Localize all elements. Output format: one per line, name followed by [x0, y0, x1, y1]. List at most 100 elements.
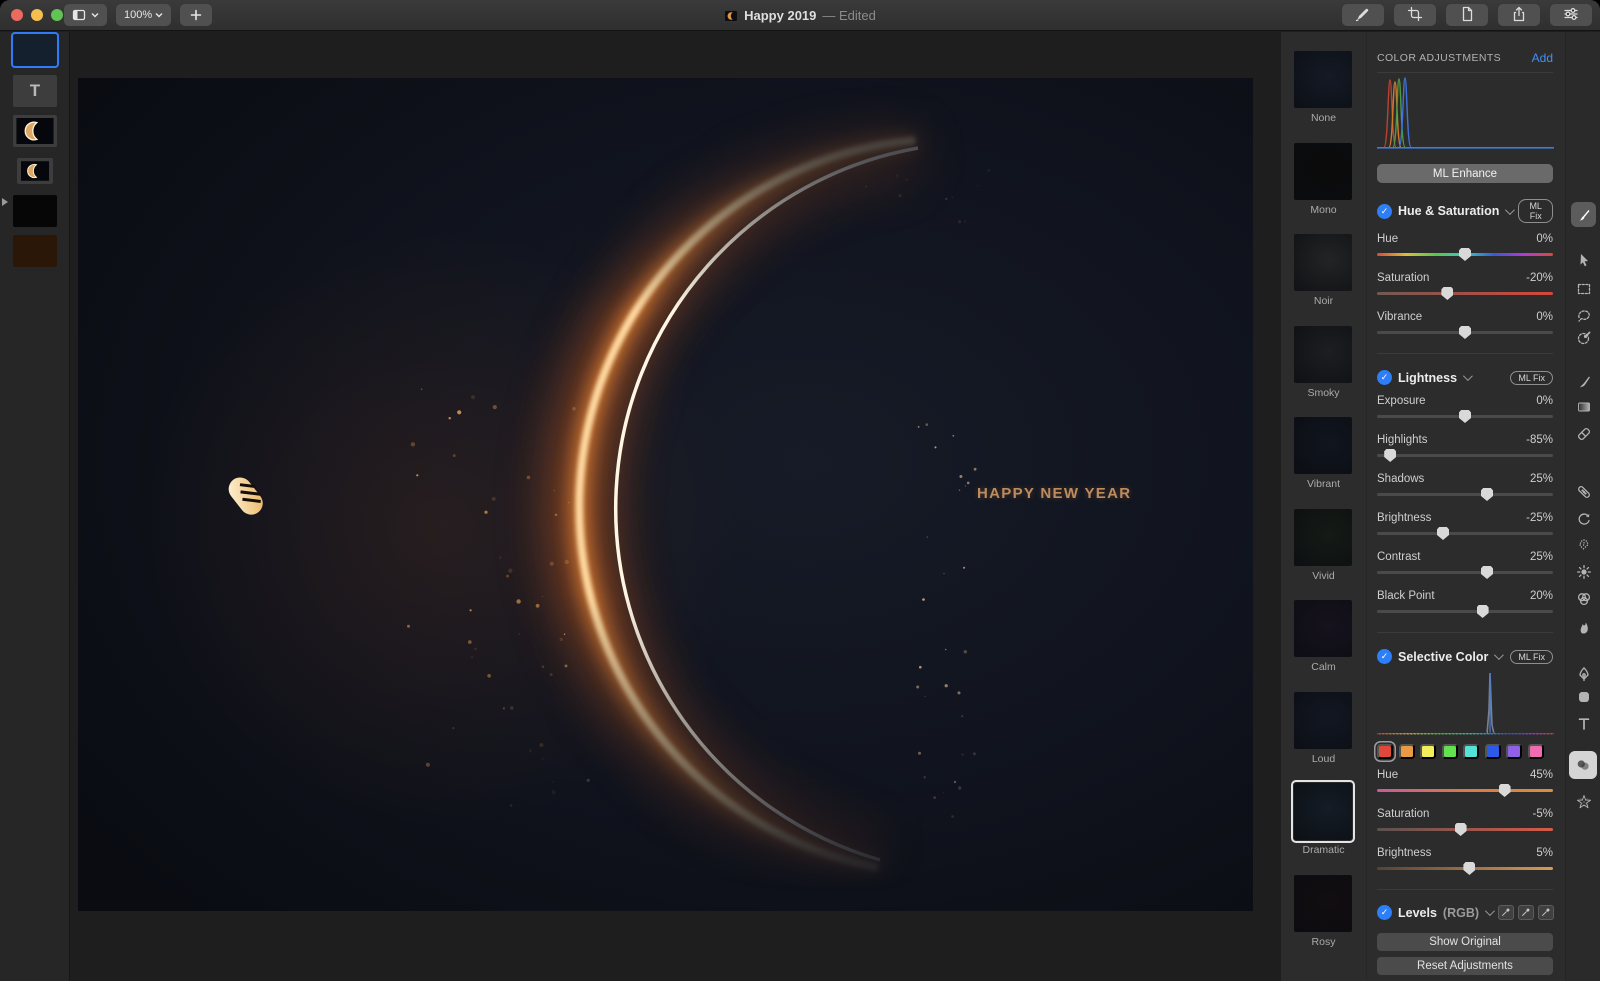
preset-noir[interactable] — [1294, 234, 1352, 291]
export-button[interactable] — [1446, 4, 1488, 26]
shape-tool[interactable] — [1571, 684, 1596, 709]
eraser-tool[interactable] — [1571, 421, 1596, 446]
slider-thumb[interactable] — [1463, 862, 1476, 875]
gradient-tool[interactable] — [1571, 394, 1596, 419]
ml-fix-button[interactable]: ML Fix — [1518, 199, 1553, 223]
slider-lightness-4[interactable] — [1377, 565, 1553, 580]
style-brush-tool[interactable] — [1571, 202, 1596, 227]
slider-lightness-3[interactable] — [1377, 526, 1553, 541]
reset-adjustments-button[interactable]: Reset Adjustments — [1377, 957, 1553, 975]
slider-row-hue: Hue 45% — [1377, 769, 1553, 781]
zoom-window-button[interactable] — [51, 9, 63, 21]
slider-lightness-2[interactable] — [1377, 487, 1553, 502]
slider-selective_color-2[interactable] — [1377, 861, 1553, 876]
pink-swatch[interactable] — [1527, 744, 1544, 759]
slider-lightness-5[interactable] — [1377, 604, 1553, 619]
slider-thumb[interactable] — [1481, 566, 1493, 579]
slider-thumb[interactable] — [1454, 823, 1467, 836]
cyan-swatch[interactable] — [1463, 744, 1479, 759]
color-adjustments-tool[interactable] — [1569, 751, 1597, 779]
pen-tool[interactable] — [1571, 661, 1596, 686]
preset-dramatic[interactable] — [1291, 780, 1355, 843]
red-swatch[interactable] — [1377, 744, 1393, 759]
slider-thumb[interactable] — [1481, 488, 1493, 501]
slider-thumb[interactable] — [1441, 287, 1454, 300]
orange-swatch[interactable] — [1398, 744, 1415, 759]
rect-selection-tool[interactable] — [1571, 276, 1596, 301]
color-balance-tool[interactable] — [1571, 586, 1596, 611]
preset-mono[interactable] — [1294, 142, 1352, 200]
type-tool[interactable] — [1571, 711, 1596, 736]
chevron-down-icon[interactable] — [1484, 906, 1495, 917]
slider-hue_saturation-2[interactable] — [1377, 325, 1553, 340]
chevron-down-icon[interactable] — [1505, 204, 1516, 215]
preset-vibrant[interactable] — [1294, 417, 1352, 474]
warp-tool[interactable] — [1571, 614, 1596, 639]
ml-fix-button[interactable]: ML Fix — [1510, 649, 1553, 664]
minimize-window-button[interactable] — [31, 9, 43, 21]
black-point-eyedropper-button[interactable] — [1498, 905, 1515, 920]
slider-selective_color-0[interactable] — [1377, 783, 1553, 798]
crop-button[interactable] — [1394, 4, 1436, 26]
composition-layer[interactable] — [11, 32, 59, 68]
add-adjustment-link[interactable]: Add — [1532, 51, 1553, 65]
checkbox-selective_color[interactable]: ✓ — [1377, 649, 1392, 664]
midtone-eyedropper-button[interactable] — [1518, 905, 1535, 920]
black-layer[interactable] — [13, 195, 57, 227]
preset-smoky[interactable] — [1294, 325, 1352, 383]
checkbox-levels[interactable]: ✓ — [1377, 905, 1392, 920]
preset-calm[interactable] — [1294, 600, 1352, 657]
blue-swatch[interactable] — [1484, 744, 1501, 759]
disclosure-triangle-icon[interactable] — [2, 198, 8, 206]
ml-enhance-button[interactable]: ML Enhance — [1377, 164, 1553, 183]
slider-thumb[interactable] — [1437, 527, 1449, 540]
slider-thumb[interactable] — [1459, 326, 1471, 339]
slider-thumb[interactable] — [1459, 248, 1471, 261]
slider-hue_saturation-1[interactable] — [1377, 286, 1553, 301]
happy-new-year-text[interactable]: HAPPY NEW YEAR — [977, 485, 1131, 502]
chevron-down-icon[interactable] — [1494, 650, 1505, 661]
repair-tool[interactable] — [1571, 479, 1596, 504]
quick-selection-tool[interactable] — [1571, 325, 1596, 350]
canvas[interactable]: HAPPY NEW YEAR — [78, 78, 1253, 911]
paint-tool[interactable] — [1571, 369, 1596, 394]
annotate-button[interactable] — [1342, 4, 1384, 26]
slider-lightness-0[interactable] — [1377, 409, 1553, 424]
preset-loud[interactable] — [1294, 691, 1352, 749]
slider-thumb[interactable] — [1384, 449, 1397, 462]
preset-vivid[interactable] — [1294, 508, 1352, 566]
white-point-eyedropper-button[interactable] — [1538, 905, 1555, 920]
light-tool[interactable] — [1571, 559, 1596, 584]
share-button[interactable] — [1498, 4, 1540, 26]
slider-thumb[interactable] — [1498, 784, 1511, 797]
slider-thumb[interactable] — [1459, 410, 1471, 423]
purple-swatch[interactable] — [1506, 744, 1522, 759]
checkbox-lightness[interactable]: ✓ — [1377, 370, 1392, 385]
show-original-button[interactable]: Show Original — [1377, 933, 1553, 951]
crescent-layer[interactable] — [13, 115, 57, 147]
green-swatch[interactable] — [1441, 744, 1458, 759]
brown-layer[interactable] — [13, 235, 57, 267]
arrange-tool[interactable] — [1571, 247, 1596, 272]
adjustments-button[interactable] — [1550, 4, 1592, 26]
crescent-sublayer[interactable] — [17, 158, 53, 184]
view-options-button[interactable] — [64, 4, 107, 26]
ml-fix-button[interactable]: ML Fix — [1510, 370, 1553, 385]
yellow-swatch[interactable] — [1420, 744, 1436, 759]
preset-none[interactable] — [1294, 51, 1352, 108]
texture-tool[interactable] — [1571, 531, 1596, 556]
preset-rosy[interactable] — [1294, 874, 1352, 932]
clone-tool[interactable] — [1571, 506, 1596, 531]
add-button[interactable] — [180, 4, 213, 26]
close-window-button[interactable] — [11, 9, 23, 21]
slider-hue_saturation-0[interactable] — [1377, 247, 1553, 262]
zoom-level-control[interactable]: 100% — [116, 4, 172, 26]
text-layer[interactable]: T — [13, 75, 57, 107]
lasso-selection-tool[interactable] — [1571, 302, 1596, 327]
checkbox-hue_saturation[interactable]: ✓ — [1377, 203, 1392, 219]
effects-tool[interactable] — [1571, 789, 1596, 814]
slider-thumb[interactable] — [1476, 605, 1489, 618]
slider-selective_color-1[interactable] — [1377, 822, 1553, 837]
chevron-down-icon[interactable] — [1463, 371, 1473, 382]
slider-lightness-1[interactable] — [1377, 448, 1553, 463]
